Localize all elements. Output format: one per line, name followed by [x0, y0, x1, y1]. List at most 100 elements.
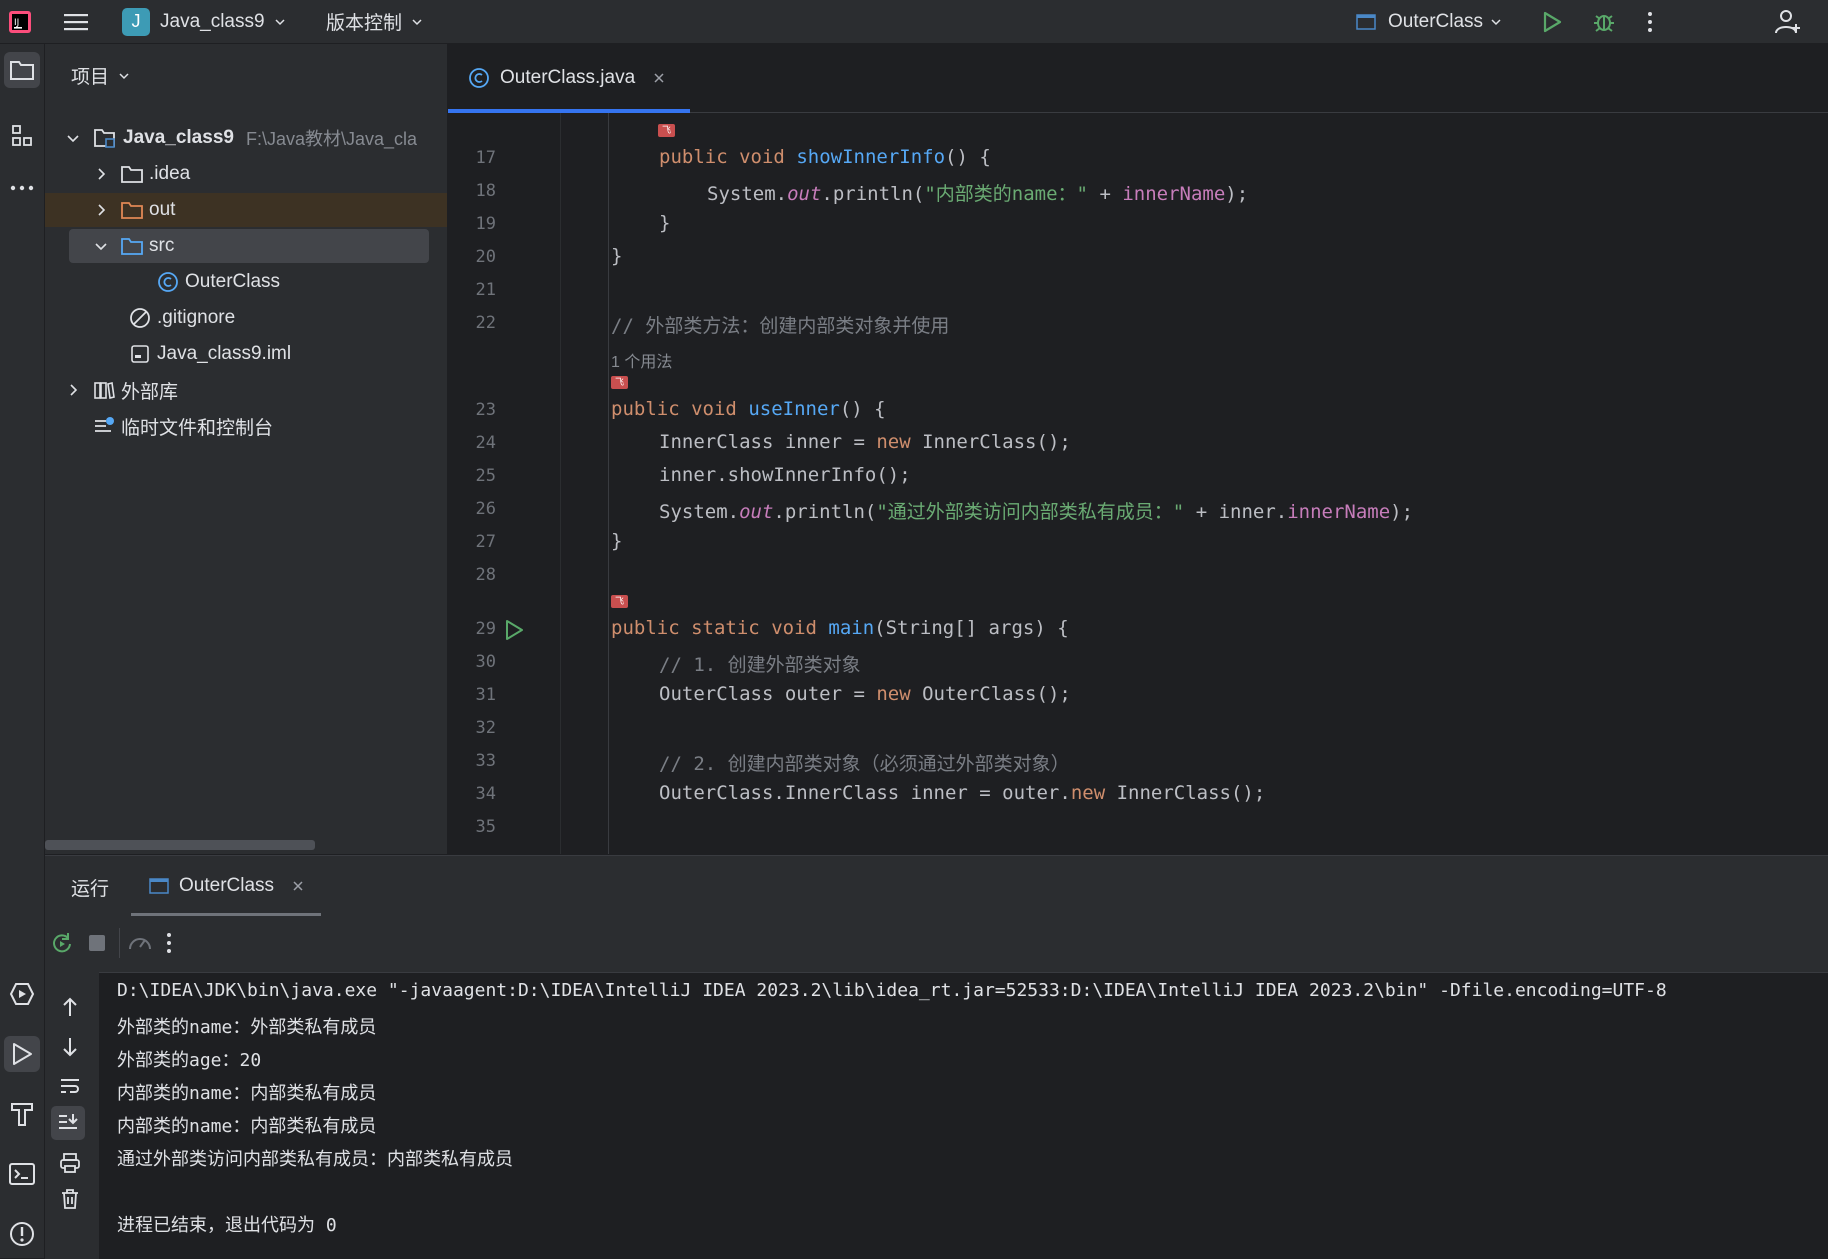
tree-label: .gitignore: [157, 307, 236, 328]
code-line-17[interactable]: public void showInnerInfo() {: [659, 146, 991, 168]
console-line[interactable]: 进程已结束，退出代码为 0: [117, 1211, 337, 1237]
tree-item-scratches[interactable]: 临时文件和控制台: [45, 409, 447, 443]
scroll-to-end-icon: [59, 1114, 78, 1129]
code-line-25[interactable]: inner.showInnerInfo();: [659, 464, 911, 486]
run-config-selector[interactable]: OuterClass: [1356, 0, 1501, 43]
coverage-gauge-icon[interactable]: [127, 931, 153, 955]
project-switcher[interactable]: J Java_class9: [122, 0, 285, 43]
hammer-icon: [11, 1103, 33, 1126]
author-badge-icon[interactable]: 飞: [658, 124, 675, 137]
code-line-19[interactable]: }: [659, 212, 670, 234]
run-gutter-icon[interactable]: [504, 619, 524, 641]
soft-wrap-icon[interactable]: [59, 1076, 81, 1096]
project-panel-header[interactable]: 项目: [71, 62, 129, 89]
author-badge-icon[interactable]: 飞: [611, 376, 628, 389]
line-number: 29: [475, 619, 496, 639]
console-line[interactable]: 外部类的age：20: [117, 1046, 261, 1072]
vcs-menu[interactable]: 版本控制: [326, 0, 422, 43]
code-token: .println(: [773, 501, 877, 523]
code-token: innerName: [1287, 501, 1391, 523]
line-number: 24: [475, 433, 496, 453]
build-tool-button[interactable]: [4, 1096, 40, 1132]
more-horizontal-icon: [10, 185, 34, 191]
code-line-34[interactable]: OuterClass.InnerClass inner = outer.new …: [659, 782, 1265, 804]
author-badge-icon[interactable]: 飞: [611, 595, 628, 608]
close-icon[interactable]: [653, 72, 665, 84]
console-line[interactable]: D:\IDEA\JDK\bin\java.exe "-javaagent:D:\…: [117, 980, 1667, 1001]
console-line[interactable]: 外部类的name：外部类私有成员: [117, 1013, 376, 1039]
console-line[interactable]: 通过外部类访问内部类私有成员：内部类私有成员: [117, 1145, 513, 1171]
tree-item-idea[interactable]: .idea: [45, 157, 447, 191]
code-token: main: [828, 617, 875, 639]
line-number: 17: [475, 148, 496, 168]
debug-button[interactable]: [1592, 0, 1616, 43]
tree-item-gitignore[interactable]: .gitignore: [45, 301, 447, 335]
tree-item-iml[interactable]: Java_class9.iml: [45, 337, 447, 371]
stop-icon[interactable]: [87, 933, 107, 953]
print-icon[interactable]: [59, 1152, 81, 1174]
more-actions-icon[interactable]: [165, 932, 173, 954]
trash-icon[interactable]: [60, 1188, 80, 1210]
ide-logo-icon[interactable]: IJ: [8, 0, 32, 43]
usage-hint[interactable]: 1 个用法: [611, 348, 672, 372]
console-line[interactable]: 内部类的name：内部类私有成员: [117, 1079, 376, 1105]
tree-item-src[interactable]: src: [69, 229, 429, 263]
services-tool-button[interactable]: [4, 976, 40, 1012]
scroll-to-end-button[interactable]: [51, 1106, 85, 1140]
arrow-down-icon[interactable]: [61, 1036, 79, 1058]
horizontal-scrollbar[interactable]: [45, 840, 315, 850]
line-number: 31: [475, 685, 496, 705]
tree-label: 外部库: [121, 381, 179, 403]
console-line[interactable]: 内部类的name：内部类私有成员: [117, 1112, 376, 1138]
code-line-23[interactable]: public void useInner() {: [611, 398, 886, 420]
chevron-right-icon: [98, 204, 106, 216]
code-line-20[interactable]: }: [611, 245, 622, 267]
code-token: "内部类的name：": [924, 183, 1088, 205]
tool-window-strip: [0, 44, 45, 1258]
code-token: new: [1070, 782, 1106, 804]
arrow-up-icon[interactable]: [61, 996, 79, 1018]
main-menu-icon[interactable]: [64, 0, 90, 43]
run-tab-outerclass[interactable]: OuterClass: [131, 856, 321, 916]
code-token: );: [1390, 501, 1414, 523]
code-line-22[interactable]: // 外部类方法：创建内部类对象并使用: [611, 311, 949, 338]
line-number: 34: [475, 784, 496, 804]
code-line-18[interactable]: System.out.println("内部类的name：" + innerNa…: [707, 179, 1248, 206]
code-line-27[interactable]: }: [611, 530, 622, 552]
more-actions-icon[interactable]: [1646, 0, 1654, 43]
tree-item-external-libraries[interactable]: 外部库: [45, 373, 447, 407]
problems-tool-button[interactable]: [4, 1216, 40, 1252]
gutter-separator: [560, 113, 561, 854]
code-line-26[interactable]: System.out.println("通过外部类访问内部类私有成员：" + i…: [659, 497, 1413, 524]
tree-item-out[interactable]: out: [45, 193, 447, 227]
terminal-tool-button[interactable]: [4, 1156, 40, 1192]
code-token: System.: [659, 501, 740, 523]
code-line-29[interactable]: public static void main(String[] args) {: [611, 617, 1069, 639]
rerun-icon[interactable]: [51, 932, 73, 954]
structure-tool-button[interactable]: [4, 118, 40, 154]
run-toolbar: [45, 916, 1828, 973]
more-tools-button[interactable]: [4, 170, 40, 206]
close-icon[interactable]: [292, 880, 304, 892]
class-icon: [158, 272, 178, 292]
add-user-icon[interactable]: [1774, 0, 1802, 43]
tree-item-outerclass[interactable]: OuterClass: [45, 265, 447, 299]
tree-item-java-class9[interactable]: Java_class9 F:\Java教材\Java_cla: [45, 121, 447, 155]
code-line-24[interactable]: InnerClass inner = new InnerClass();: [659, 431, 1071, 453]
code-line-30[interactable]: // 1. 创建外部类对象: [659, 650, 861, 677]
editor-tab-outerclass[interactable]: OuterClass.java: [448, 44, 690, 113]
code-token: );: [1225, 183, 1249, 205]
code-line-31[interactable]: OuterClass outer = new OuterClass();: [659, 683, 1071, 705]
indent-guide: [608, 113, 609, 854]
warning-circle-icon: [10, 1222, 34, 1246]
chevron-down-icon: [412, 18, 422, 25]
tree-label: src: [149, 235, 175, 256]
line-number: 27: [475, 532, 496, 552]
project-tool-button[interactable]: [4, 52, 40, 88]
run-button[interactable]: [1542, 0, 1562, 43]
code-token: InnerClass();: [1105, 782, 1266, 804]
run-tool-button[interactable]: [4, 1036, 40, 1072]
code-line-33[interactable]: // 2. 创建内部类对象（必须通过外部类对象）: [659, 749, 1070, 776]
chevron-down-icon: [275, 18, 285, 25]
tree-label: 临时文件和控制台: [121, 417, 274, 439]
